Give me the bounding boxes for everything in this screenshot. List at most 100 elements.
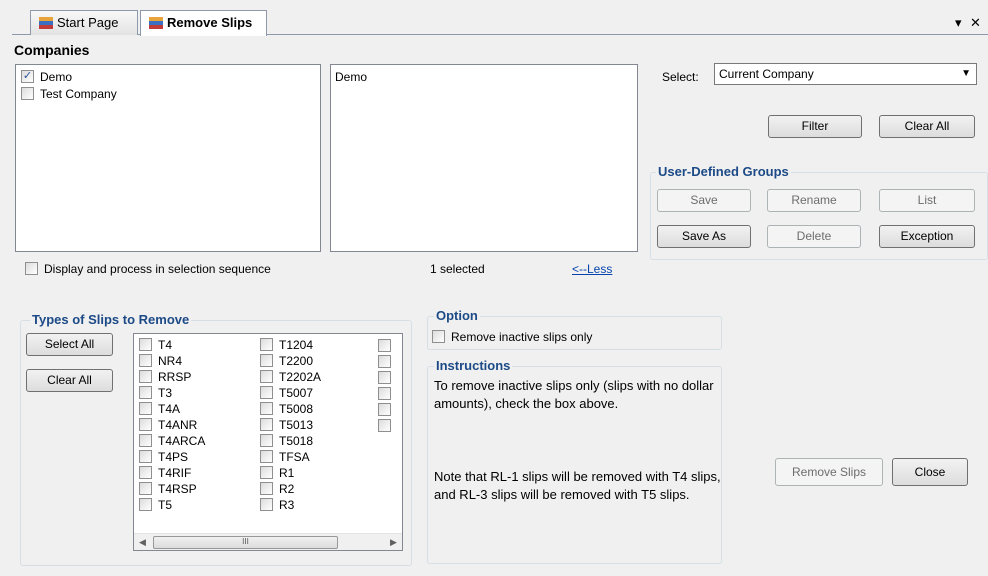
slip-type-item[interactable]: T4RIF: [139, 465, 191, 481]
slip-type-checkbox[interactable]: [139, 434, 152, 448]
slip-type-checkbox[interactable]: [260, 402, 273, 416]
slip-type-item[interactable]: T4ANR: [139, 417, 197, 433]
slip-type-checkbox[interactable]: [378, 387, 391, 400]
remove-slips-button[interactable]: Remove Slips: [775, 458, 883, 486]
selected-count: 1 selected: [430, 262, 485, 276]
tab-dropdown-icon[interactable]: ▾: [955, 15, 962, 31]
slip-types-horizontal-scrollbar[interactable]: ◀ III ▶: [134, 533, 402, 550]
instructions-title: Instructions: [434, 358, 513, 373]
slip-type-checkbox[interactable]: [378, 339, 391, 352]
tab-label: Start Page: [57, 15, 119, 30]
clear-all-slips-button[interactable]: Clear All: [26, 369, 113, 392]
slip-type-checkbox[interactable]: [260, 370, 273, 384]
slip-type-item[interactable]: T4ARCA: [139, 433, 205, 449]
filter-button[interactable]: Filter: [768, 115, 862, 138]
slip-type-item[interactable]: NR4: [139, 353, 182, 369]
tab-label: Remove Slips: [167, 15, 253, 30]
save-as-group-button[interactable]: Save As: [657, 225, 751, 248]
slip-type-item[interactable]: T4A: [139, 401, 180, 417]
tab-remove-slips[interactable]: Remove Slips: [140, 10, 267, 36]
slip-type-checkbox[interactable]: [139, 498, 152, 512]
company-item-demo[interactable]: Demo: [21, 69, 72, 85]
slip-type-checkbox[interactable]: [139, 418, 152, 432]
exception-group-button[interactable]: Exception: [879, 225, 975, 248]
close-icon[interactable]: ✕: [970, 15, 981, 31]
slip-type-label: T4ANR: [158, 418, 198, 432]
slip-type-checkbox[interactable]: [260, 450, 273, 464]
slip-type-checkbox[interactable]: [260, 498, 273, 512]
slip-type-item[interactable]: T5013: [260, 417, 313, 433]
slip-type-checkbox[interactable]: [139, 402, 152, 416]
slip-type-item[interactable]: T5: [139, 497, 172, 513]
slip-type-checkbox[interactable]: [260, 354, 273, 368]
slip-type-item[interactable]: R1: [260, 465, 294, 481]
slip-types-list[interactable]: T4 NR4 RRSP T3 T4A T4ANR T4ARCA T4PS T4RIF T4RSP T…: [133, 333, 403, 551]
selection-sequence-option[interactable]: Display and process in selection sequenc…: [25, 261, 271, 277]
selected-companies-list[interactable]: Demo: [330, 64, 638, 252]
slip-type-item[interactable]: T5008: [260, 401, 313, 417]
chevron-down-icon: ▼: [961, 68, 971, 79]
slip-type-item[interactable]: T2200: [260, 353, 313, 369]
slip-type-checkbox[interactable]: [260, 482, 273, 496]
company-checkbox[interactable]: [21, 87, 34, 101]
slip-type-checkbox[interactable]: [139, 338, 152, 352]
delete-group-button[interactable]: Delete: [767, 225, 861, 248]
slip-type-checkbox[interactable]: [260, 466, 273, 480]
less-link[interactable]: <--Less: [572, 262, 612, 276]
slip-type-item[interactable]: TFSA: [260, 449, 310, 465]
rename-group-button[interactable]: Rename: [767, 189, 861, 212]
slip-type-item[interactable]: T2202A: [260, 369, 321, 385]
slip-type-checkbox[interactable]: [139, 482, 152, 496]
slip-type-item[interactable]: T3: [139, 385, 172, 401]
slip-type-item[interactable]: R3: [260, 497, 294, 513]
slip-type-label: T5: [158, 498, 173, 512]
slip-type-item[interactable]: T5007: [260, 385, 313, 401]
slip-type-checkbox[interactable]: [378, 419, 391, 432]
slip-type-label: T5008: [279, 402, 314, 416]
slip-type-checkbox[interactable]: [260, 386, 273, 400]
list-group-button[interactable]: List: [879, 189, 975, 212]
remove-inactive-option[interactable]: Remove inactive slips only: [432, 329, 592, 345]
slip-type-checkbox[interactable]: [139, 354, 152, 368]
slip-type-checkbox[interactable]: [139, 450, 152, 464]
scroll-right-icon[interactable]: ▶: [385, 534, 402, 551]
tab-start-page[interactable]: Start Page: [30, 10, 138, 35]
slip-type-label: TFSA: [279, 450, 310, 464]
close-button[interactable]: Close: [892, 458, 968, 486]
slip-type-item[interactable]: T5018: [260, 433, 313, 449]
selected-company-item[interactable]: Demo: [335, 70, 367, 84]
instructions-text-rl: Note that RL-1 slips will be removed wit…: [434, 469, 721, 502]
slip-type-checkbox[interactable]: [378, 403, 391, 416]
user-groups-title: User-Defined Groups: [656, 164, 791, 179]
slip-type-checkbox[interactable]: [378, 355, 391, 368]
slip-types-title: Types of Slips to Remove: [30, 312, 192, 327]
slip-type-checkbox[interactable]: [260, 418, 273, 432]
scroll-left-icon[interactable]: ◀: [134, 534, 151, 551]
save-group-button[interactable]: Save: [657, 189, 751, 212]
slip-type-item[interactable]: T4PS: [139, 449, 188, 465]
slip-type-label: R3: [279, 498, 295, 512]
company-scope-select[interactable]: Current Company ▼: [714, 63, 977, 85]
slip-type-label: T3: [158, 386, 173, 400]
slip-type-item[interactable]: R2: [260, 481, 294, 497]
company-checkbox[interactable]: [21, 70, 34, 84]
scroll-thumb[interactable]: III: [153, 536, 338, 549]
slip-type-checkbox[interactable]: [139, 466, 152, 480]
select-all-slips-button[interactable]: Select All: [26, 333, 113, 356]
slip-type-checkbox[interactable]: [378, 371, 391, 384]
companies-list[interactable]: Demo Test Company: [15, 64, 321, 252]
clear-all-companies-button[interactable]: Clear All: [879, 115, 975, 138]
slip-type-checkbox[interactable]: [260, 434, 273, 448]
selection-sequence-checkbox[interactable]: [25, 262, 38, 276]
slip-type-item[interactable]: T4: [139, 337, 172, 353]
slip-type-checkbox[interactable]: [139, 386, 152, 400]
company-label: Test Company: [40, 87, 117, 101]
company-item-test-company[interactable]: Test Company: [21, 86, 117, 102]
slip-type-item[interactable]: T4RSP: [139, 481, 197, 497]
slip-type-checkbox[interactable]: [260, 338, 273, 352]
slip-type-item[interactable]: T1204: [260, 337, 313, 353]
slip-type-checkbox[interactable]: [139, 370, 152, 384]
remove-inactive-checkbox[interactable]: [432, 330, 445, 344]
slip-type-label: RRSP: [158, 370, 192, 384]
slip-type-item[interactable]: RRSP: [139, 369, 191, 385]
